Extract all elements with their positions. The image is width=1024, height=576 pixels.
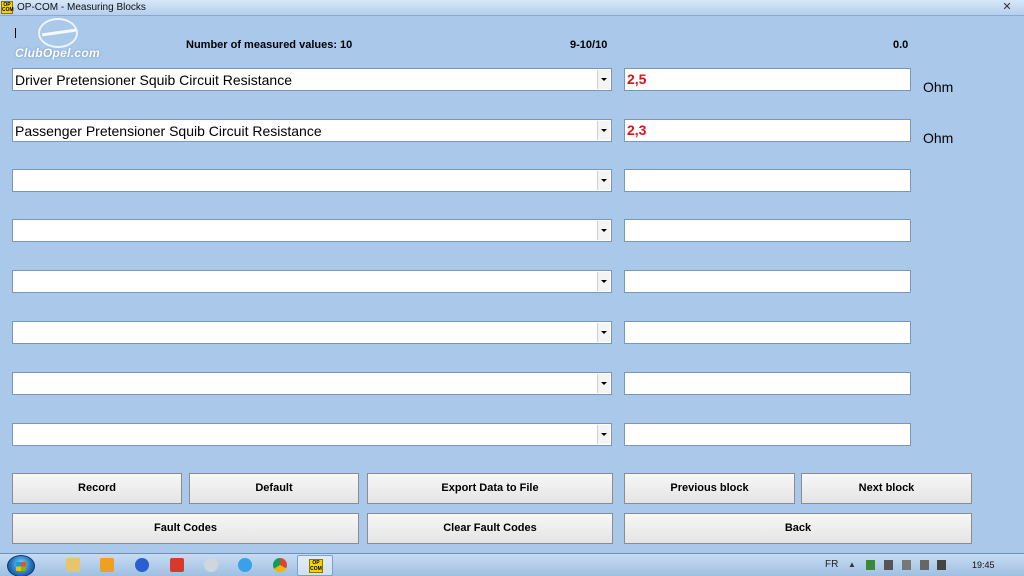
chevron-down-icon[interactable] <box>597 272 610 291</box>
export-data-button[interactable]: Export Data to File <box>367 473 613 504</box>
measure-select-4[interactable] <box>12 219 612 242</box>
chevron-down-icon[interactable] <box>597 121 610 140</box>
file-explorer-icon[interactable] <box>66 558 80 572</box>
network-status-icon[interactable] <box>866 560 875 570</box>
chevron-down-icon[interactable] <box>597 425 610 444</box>
app-icon: OP COM <box>1 1 14 14</box>
chevron-down-icon[interactable] <box>597 374 610 393</box>
pin-app-icon[interactable] <box>170 558 184 572</box>
measure-row-4 <box>12 219 1012 243</box>
measure-value-box-5 <box>624 270 911 293</box>
battery-icon[interactable] <box>902 560 911 570</box>
measure-value: 2,5 <box>627 71 647 87</box>
taskbar-opcom-button[interactable]: OP COM <box>297 555 333 576</box>
next-block-button[interactable]: Next block <box>801 473 972 504</box>
measure-label: Passenger Pretensioner Squib Circuit Res… <box>15 123 322 139</box>
measure-select-2[interactable]: Passenger Pretensioner Squib Circuit Res… <box>12 119 612 142</box>
measure-row-6 <box>12 321 1012 345</box>
title-bar: OP COM OP-COM - Measuring Blocks ✕ <box>0 0 1024 16</box>
measure-row-5 <box>12 270 1012 294</box>
internet-explorer-icon[interactable] <box>238 558 252 572</box>
measure-row-3 <box>12 169 1012 193</box>
signal-bars-icon[interactable] <box>920 560 929 570</box>
measure-value-box-6 <box>624 321 911 344</box>
measure-value-box-7 <box>624 372 911 395</box>
start-button[interactable] <box>7 555 35 576</box>
info-app-icon[interactable] <box>135 558 149 572</box>
measure-value-box-4 <box>624 219 911 242</box>
measure-row-2: Passenger Pretensioner Squib Circuit Res… <box>12 119 1012 146</box>
record-button[interactable]: Record <box>12 473 182 504</box>
taskbar: OP COM FR ▲ 19:45 <box>0 553 1024 576</box>
measure-select-1[interactable]: Driver Pretensioner Squib Circuit Resist… <box>12 68 612 91</box>
media-player-icon[interactable] <box>100 558 114 572</box>
measure-unit: Ohm <box>923 79 954 95</box>
chevron-down-icon[interactable] <box>597 323 610 342</box>
measure-select-8[interactable] <box>12 423 612 446</box>
action-center-flag-icon[interactable] <box>884 560 893 570</box>
measure-row-1: Driver Pretensioner Squib Circuit Resist… <box>12 68 1012 95</box>
window-title: OP-COM - Measuring Blocks <box>17 2 146 13</box>
clock[interactable]: 19:45 <box>972 560 995 570</box>
clubopel-logo: ClubOpel.com <box>12 18 122 64</box>
measure-value-box-8 <box>624 423 911 446</box>
measure-select-7[interactable] <box>12 372 612 395</box>
measure-select-6[interactable] <box>12 321 612 344</box>
text-cursor <box>15 28 16 38</box>
opcom-icon: OP COM <box>309 559 323 573</box>
chevron-down-icon[interactable] <box>597 171 610 190</box>
default-button[interactable]: Default <box>189 473 359 504</box>
chevron-down-icon[interactable] <box>597 221 610 240</box>
language-indicator[interactable]: FR <box>825 559 838 570</box>
measure-value-box-3 <box>624 169 911 192</box>
measure-row-8 <box>12 423 1012 447</box>
clear-fault-codes-button[interactable]: Clear Fault Codes <box>367 513 613 544</box>
measure-unit: Ohm <box>923 130 954 146</box>
chevron-down-icon[interactable] <box>597 70 610 89</box>
block-range: 9-10/10 <box>570 39 608 51</box>
measure-value-box-2: 2,3 <box>624 119 911 142</box>
measure-value-box-1: 2,5 <box>624 68 911 91</box>
logo-text: ClubOpel.com <box>15 46 100 60</box>
chrome-icon[interactable] <box>273 558 287 572</box>
show-hidden-icons-icon[interactable]: ▲ <box>848 560 857 570</box>
measure-value: 2,3 <box>627 122 647 138</box>
measure-select-3[interactable] <box>12 169 612 192</box>
measure-row-7 <box>12 372 1012 396</box>
previous-block-button[interactable]: Previous block <box>624 473 795 504</box>
time-value: 0.0 <box>893 39 909 51</box>
measured-values-count: Number of measured values: 10 <box>186 39 353 51</box>
volume-icon[interactable] <box>937 560 946 570</box>
back-button[interactable]: Back <box>624 513 972 544</box>
measure-label: Driver Pretensioner Squib Circuit Resist… <box>15 72 292 88</box>
close-button[interactable]: ✕ <box>996 0 1018 15</box>
app-icon[interactable] <box>204 558 218 572</box>
measure-select-5[interactable] <box>12 270 612 293</box>
fault-codes-button[interactable]: Fault Codes <box>12 513 359 544</box>
